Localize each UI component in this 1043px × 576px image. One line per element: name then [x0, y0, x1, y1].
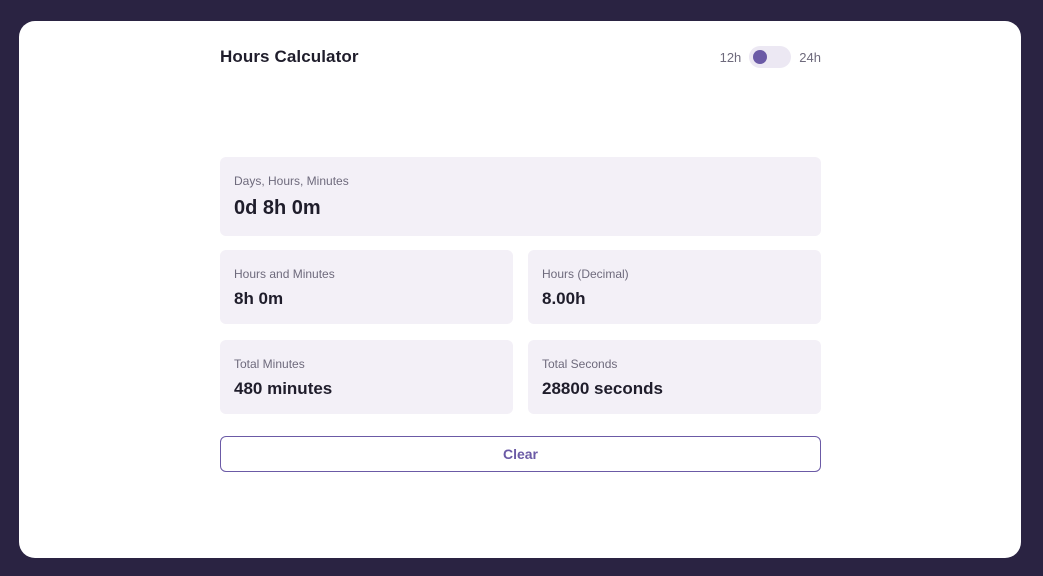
- result-value: 8.00h: [542, 289, 586, 308]
- calculator-content: Hours Calculator 12h 24h Days, Hours, Mi…: [220, 21, 821, 558]
- result-total-seconds: Total Seconds 28800 seconds: [528, 340, 821, 414]
- time-format-switch[interactable]: [749, 46, 792, 68]
- result-hours-minutes: Hours and Minutes 8h 0m: [220, 250, 513, 324]
- calculator-card: Hours Calculator 12h 24h Days, Hours, Mi…: [19, 21, 1021, 558]
- result-label: Days, Hours, Minutes: [234, 174, 349, 188]
- result-label: Total Seconds: [542, 357, 618, 371]
- toggle-label-12h[interactable]: 12h: [720, 50, 742, 65]
- switch-knob[interactable]: [753, 50, 768, 64]
- page-title: Hours Calculator: [220, 47, 359, 66]
- result-label: Total Minutes: [234, 357, 305, 371]
- result-value: 28800 seconds: [542, 379, 663, 398]
- time-format-toggle: 12h 24h: [720, 46, 821, 68]
- result-hours-decimal: Hours (Decimal) 8.00h: [528, 250, 821, 324]
- result-total-minutes: Total Minutes 480 minutes: [220, 340, 513, 414]
- toggle-label-24h[interactable]: 24h: [799, 50, 821, 65]
- result-label: Hours (Decimal): [542, 267, 629, 281]
- result-label: Hours and Minutes: [234, 267, 335, 281]
- result-days-hours-minutes: Days, Hours, Minutes 0d 8h 0m: [220, 157, 821, 236]
- result-value: 0d 8h 0m: [234, 197, 321, 219]
- result-value: 480 minutes: [234, 379, 333, 398]
- result-value: 8h 0m: [234, 289, 284, 308]
- clear-button[interactable]: Clear: [220, 436, 821, 472]
